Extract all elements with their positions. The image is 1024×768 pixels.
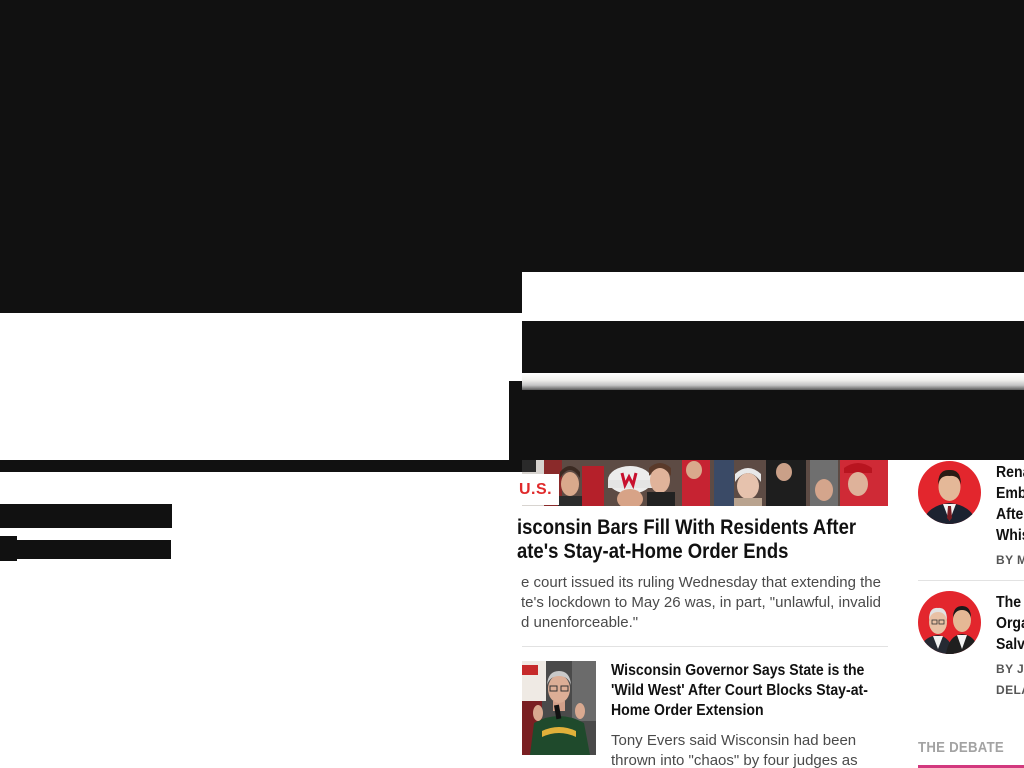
secondary-headline[interactable]: Wisconsin Governor Says State is the 'Wi…: [611, 661, 888, 721]
governor-photo[interactable]: [522, 661, 596, 755]
headline-line[interactable]: Rena: [996, 462, 1024, 483]
crowd-photo-image[interactable]: [522, 460, 888, 506]
section-heading-label[interactable]: THE DEBATE: [918, 739, 1011, 757]
byline-line: BY JO: [996, 662, 1024, 676]
headline-line[interactable]: 'Wild West' After Court Blocks Stay-at-: [611, 681, 868, 701]
headline-line[interactable]: Emb: [996, 483, 1024, 504]
headline-line[interactable]: Wisconsin Governor Says State is the: [611, 661, 864, 681]
redacted-block-top: [0, 0, 1024, 272]
summary-line: d unenforceable.": [521, 614, 639, 631]
summary-line: te's lockdown to May 26 was, in part, "u…: [521, 594, 882, 611]
crowd-photo[interactable]: [522, 460, 888, 506]
senator-avatar-image[interactable]: [918, 461, 981, 524]
redacted-block-right: [509, 381, 1024, 460]
summary-line: Tony Evers said Wisconsin had been: [611, 732, 857, 749]
sidebar-byline-1: BY M: [996, 550, 1024, 571]
summary-line: thrown into "chaos" by four judges as: [611, 752, 858, 768]
redacted-nav-marker: [0, 536, 17, 561]
article-divider: [522, 646, 888, 647]
headline-line[interactable]: isconsin Bars Fill With Residents After: [517, 516, 856, 540]
sidebar-byline-2: BY JO DELA: [996, 659, 1024, 701]
panel-avatar-image[interactable]: [918, 591, 981, 654]
headline-line[interactable]: Salv: [996, 634, 1024, 655]
headline-line[interactable]: The: [996, 592, 1021, 613]
headline-line[interactable]: Orga: [996, 613, 1024, 634]
headline-line[interactable]: Afte: [996, 504, 1023, 525]
sidebar-headline-1[interactable]: Rena Emb Afte Whis: [996, 462, 1024, 546]
featured-headline[interactable]: isconsin Bars Fill With Residents After …: [517, 516, 888, 564]
byline-line: DELA: [996, 683, 1024, 697]
redacted-nav-item-2: [0, 540, 171, 559]
category-label[interactable]: U.S.: [515, 474, 559, 505]
redacted-band-right: [522, 321, 1024, 373]
section-heading-debate[interactable]: THE DEBATE: [918, 739, 1024, 757]
secondary-summary: Tony Evers said Wisconsin had been throw…: [611, 731, 888, 768]
featured-summary: e court issued its ruling Wednesday that…: [521, 573, 888, 633]
headline-line[interactable]: Home Order Extension: [611, 701, 855, 721]
byline-line: BY M: [996, 553, 1024, 567]
redacted-bar-left: [0, 460, 522, 472]
headline-line[interactable]: ate's Stay-at-Home Order Ends: [517, 540, 843, 564]
redacted-nav-item-1: [0, 504, 172, 528]
sidebar-headline-2[interactable]: The Orga Salv: [996, 592, 1024, 655]
sidebar-divider: [918, 580, 1024, 581]
panel-avatar[interactable]: [918, 591, 981, 654]
senator-avatar[interactable]: [918, 461, 981, 524]
summary-line: e court issued its ruling Wednesday that…: [521, 574, 881, 591]
redacted-block-top-left: [0, 272, 522, 313]
headline-line[interactable]: Whis: [996, 525, 1024, 546]
governor-photo-image[interactable]: [522, 661, 596, 755]
header-shadow: [522, 373, 1024, 390]
